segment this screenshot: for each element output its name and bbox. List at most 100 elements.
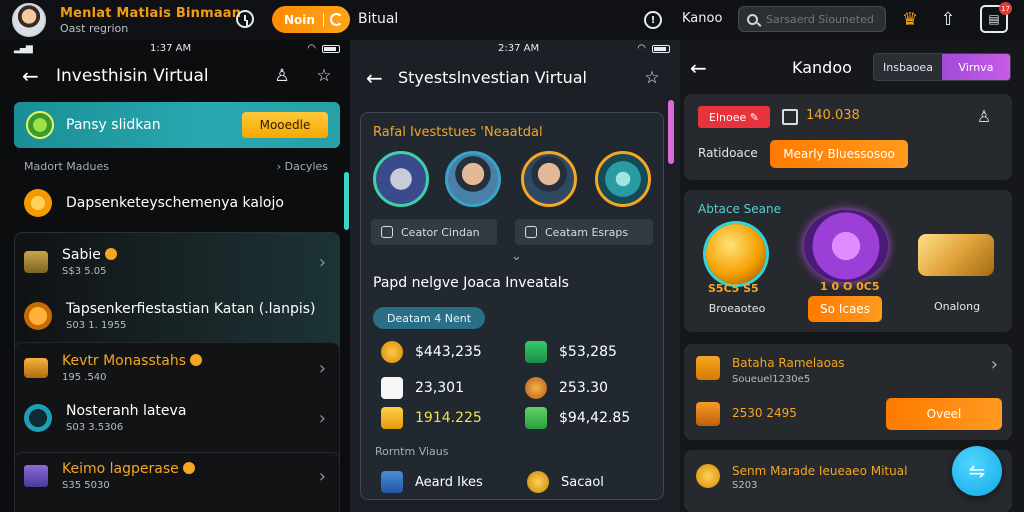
list-item-title: Sabie (62, 247, 101, 263)
coin-badge-icon (24, 189, 52, 217)
back-arrow-icon[interactable]: ← (22, 64, 39, 88)
scroll-indicator[interactable] (668, 100, 674, 164)
user-icon[interactable]: ♙ (974, 106, 994, 126)
card-title: Rafal Iveststues 'Neaatdal (373, 125, 543, 140)
offer-sub: Soueuel1230e5 (732, 374, 811, 385)
card-icon (381, 471, 403, 493)
list-item-sub: S$3 5.05 (62, 266, 107, 277)
list-item[interactable]: Dapsenketeyschemenya kalojo (14, 188, 340, 218)
floating-action-button[interactable]: ⇋ (952, 446, 1002, 496)
star-icon[interactable]: ☆ (640, 66, 664, 90)
offer-amount: 2530 2495 (732, 406, 797, 420)
search-input[interactable] (766, 12, 876, 26)
cog-badge-icon (24, 302, 52, 330)
status-time: 2:37 AM (498, 43, 540, 54)
filter-chip[interactable]: Ceator Cindan (371, 219, 497, 245)
chevron-right-icon[interactable]: › (991, 354, 998, 375)
list-item-title: Kevtr Monasstahs (62, 353, 186, 369)
chest-icon (381, 407, 403, 429)
stat-item: 253.30 (525, 377, 608, 399)
coin-stack-icon (381, 341, 403, 363)
footer-link[interactable]: Aeard Ikes (381, 471, 483, 493)
info-icon[interactable]: ! (640, 7, 666, 33)
primary-button[interactable]: Mearly Bluessosoo (770, 140, 908, 168)
coin-icon (182, 462, 195, 474)
gold-bar-icon[interactable] (918, 234, 994, 276)
gift-icon (782, 109, 798, 125)
view-toggle: Insbaoea Virnva (873, 53, 1011, 81)
cash-icon (525, 341, 547, 363)
list-item[interactable]: Keimo lagperase S35 5030 › (14, 454, 340, 498)
chevron-right-icon: › (318, 465, 326, 487)
list-item-title: Nosteranh lateva (66, 403, 187, 419)
balance-card: Elnoee ✎ 140.038 ♙ Ratidoace Mearly Blue… (684, 94, 1012, 180)
calendar-icon (381, 226, 393, 238)
target-icon[interactable] (595, 151, 651, 207)
smile-coin-icon (696, 464, 720, 488)
gold-orb-icon[interactable] (706, 224, 766, 284)
coin-icon (104, 248, 117, 260)
profile-title: Menlat Matlais Binmaan (60, 6, 242, 21)
section-title: Papd nelgve Joaca Inveatals (373, 275, 569, 291)
clock-icon[interactable] (232, 6, 258, 32)
star-icon[interactable]: ☆ (312, 64, 336, 88)
wallet-icon (24, 358, 48, 378)
avatar[interactable] (445, 151, 501, 207)
cart-icon[interactable]: ▤ 17 (980, 2, 1012, 33)
list-item-sub: 195 .540 (62, 372, 107, 383)
avatar[interactable] (521, 151, 577, 207)
chevron-down-icon[interactable]: ⌄ (511, 249, 522, 264)
play-card-icon (381, 377, 403, 399)
section-heading: Madort Madues (24, 160, 109, 173)
share-icon[interactable]: ⇧ (935, 6, 961, 32)
status-badge[interactable]: Deatam 4 Nent (373, 307, 486, 329)
section-more-link[interactable]: › Dacyles (277, 160, 328, 173)
gem-icon[interactable] (804, 210, 888, 282)
bowl-icon (525, 377, 547, 399)
chevron-right-icon: › (318, 407, 326, 429)
banner-button[interactable]: Mooedle (242, 112, 328, 138)
offer-title: Senm Marade Ieueaeo Mitual (732, 464, 908, 478)
list-item[interactable]: Kevtr Monasstahs 195 .540 › (14, 346, 340, 390)
rewards-card: Abtace Seane S5C5 S5 Broeaoteo 1 0 O 0C5… (684, 190, 1012, 332)
back-arrow-icon[interactable]: ← (690, 56, 707, 80)
avatar[interactable] (373, 151, 429, 207)
toggle-option-active[interactable]: Virnva (942, 54, 1010, 80)
battery-icon (322, 44, 340, 53)
list-item-title: Keimo lagperase (62, 461, 179, 477)
house-icon (696, 402, 720, 426)
back-arrow-icon[interactable]: ← (366, 66, 383, 90)
footer-link[interactable]: Sacaol (527, 471, 604, 493)
list-item[interactable]: Sabie S$3 5.05 › (14, 240, 340, 284)
top-bar: Menlat Matlais Binmaan Oast regrion Noin… (0, 0, 1024, 40)
join-button-label: Noin (284, 12, 315, 27)
panel-title: Kandoo (792, 58, 852, 77)
list-item-title: Tapsenkerfiestastian Katan (.lanpis) (66, 301, 316, 317)
stat-item: $443,235 (381, 341, 482, 363)
filter-chip[interactable]: Ceatam Esraps (515, 219, 653, 245)
stat-item: 23,301 (381, 377, 464, 399)
panel-investment-list: ▂▄▆ 1:37 AM ◠ ← Investhisin Virtual ♙ ☆ … (0, 40, 350, 512)
mascot-icon (26, 111, 54, 139)
offer-button[interactable]: Oveel (886, 398, 1002, 430)
search-icon (747, 13, 758, 25)
scroll-indicator[interactable] (344, 172, 349, 230)
list-item[interactable]: Tapsenkerfiestastian Katan (.lanpis) S03… (14, 294, 340, 338)
footer-heading: Rorntm Viaus (375, 445, 449, 458)
stat-item: 1914.225 (381, 407, 482, 429)
offer-sub: S203 (732, 480, 758, 491)
search-box[interactable] (738, 6, 886, 32)
avatar[interactable] (12, 3, 46, 37)
join-button[interactable]: Noin (272, 6, 350, 33)
toggle-option[interactable]: Insbaoea (874, 54, 942, 80)
virtual-label: Bitual (358, 11, 399, 27)
user-search-icon[interactable]: ♙ (270, 64, 294, 88)
balance-amount: 140.038 (806, 108, 860, 123)
list-item-sub: S03 1. 1955 (66, 320, 127, 331)
status-bar: ▂▄▆ 1:37 AM ◠ (0, 42, 350, 56)
status-badge: Elnoee ✎ (698, 106, 770, 128)
status-time: 1:37 AM (150, 43, 192, 54)
reward-button[interactable]: So Icaes (808, 296, 882, 322)
list-item[interactable]: Nosteranh lateva S03 3.5306 › (14, 396, 340, 440)
crown-icon[interactable]: ♛ (897, 6, 923, 32)
